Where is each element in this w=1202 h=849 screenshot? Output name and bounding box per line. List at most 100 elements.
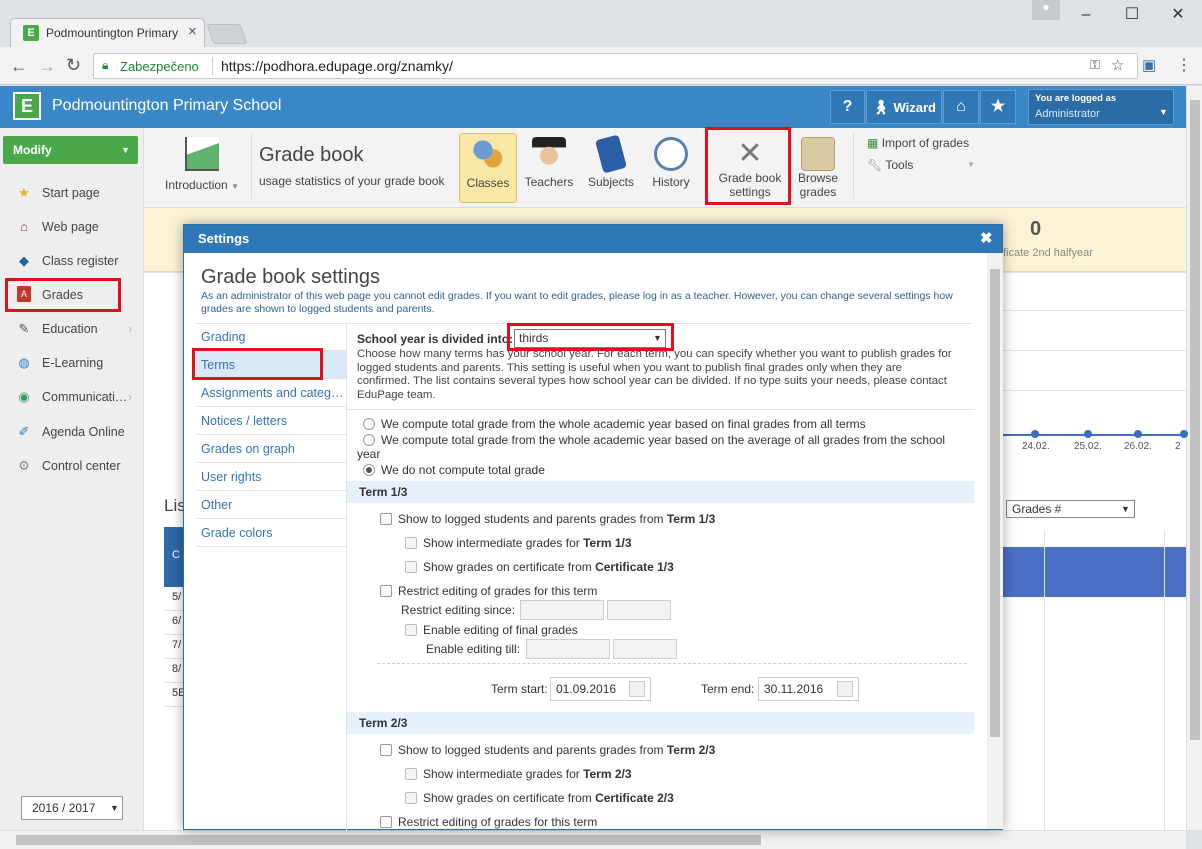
history-button[interactable]: History xyxy=(643,133,699,203)
term1-certificate-checkbox[interactable]: Show grades on certificate from Certific… xyxy=(405,560,674,574)
dialog-scroll-thumb[interactable] xyxy=(990,269,1000,737)
term-end-input[interactable]: 30.11.2016 xyxy=(758,677,859,701)
restrict-since-date-input[interactable] xyxy=(520,600,604,620)
term1-show-checkbox[interactable]: Show to logged students and parents grad… xyxy=(380,512,715,526)
nav-assignments[interactable]: Assignments and categ… xyxy=(196,379,346,407)
bookmark-star-icon[interactable]: ☆ xyxy=(1111,56,1124,74)
sidebar-item-start-page[interactable]: ★ Start page xyxy=(0,176,143,210)
calendar-icon[interactable] xyxy=(629,681,645,697)
chevron-down-icon: ▼ xyxy=(1121,504,1130,514)
nav-label: User rights xyxy=(201,470,262,484)
grades-type-select[interactable]: Grades # ▼ xyxy=(1006,500,1135,518)
term1-restrict-checkbox[interactable]: Restrict editing of grades for this term xyxy=(380,584,597,598)
help-button[interactable]: ? xyxy=(830,90,865,124)
modify-button[interactable]: Modify ▼ xyxy=(3,136,138,164)
teachers-button[interactable]: Teachers xyxy=(521,133,577,203)
timeline-date: 25.02. xyxy=(1074,441,1102,452)
sidebar-item-agenda-online[interactable]: ✐ Agenda Online xyxy=(0,415,143,449)
page-scroll-thumb[interactable] xyxy=(1190,100,1200,740)
forward-icon[interactable]: → xyxy=(38,56,56,77)
table-row[interactable]: 7/ xyxy=(164,635,183,659)
term2-certificate-checkbox[interactable]: Show grades on certificate from Certific… xyxy=(405,791,674,805)
nav-label: Grades on graph xyxy=(201,442,295,456)
content-rule xyxy=(1003,390,1186,391)
radio-final-grades[interactable]: We compute total grade from the whole ac… xyxy=(363,417,866,431)
user-menu[interactable]: You are logged as Administrator ▼ xyxy=(1028,89,1174,125)
sidebar-item-class-register[interactable]: ◆ Class register xyxy=(0,244,143,278)
checkbox xyxy=(405,624,417,636)
page-hscroll-thumb[interactable] xyxy=(16,835,761,845)
globe-icon: ◍ xyxy=(18,355,30,370)
sidebar-item-control-center[interactable]: ⚙ Control center xyxy=(0,449,143,483)
wrench-icon: 🔧︎ xyxy=(867,158,883,172)
dialog-close-icon[interactable]: ✖ xyxy=(980,229,993,247)
enable-till-time-input[interactable] xyxy=(613,639,677,659)
radio-no-total[interactable]: We do not compute total grade xyxy=(363,463,545,477)
checkbox-label-bold: Term 1/3 xyxy=(666,512,716,526)
tools-menu[interactable]: 🔧︎ Tools ▼ xyxy=(867,158,977,172)
sidebar-item-label: Communicati… xyxy=(42,390,128,404)
cast-icon[interactable]: ▣ xyxy=(1142,56,1156,74)
enable-final-checkbox[interactable]: Enable editing of final grades xyxy=(405,623,578,637)
sidebar-item-web-page[interactable]: ⌂ Web page xyxy=(0,210,143,244)
table-row[interactable]: 5/ xyxy=(164,587,183,611)
radio-average-grades[interactable]: We compute total grade from the whole ac… xyxy=(357,433,967,461)
minimize-button[interactable]: – xyxy=(1066,0,1106,30)
table-row[interactable]: 5E xyxy=(164,683,185,707)
nav-grade-colors[interactable]: Grade colors xyxy=(196,519,346,547)
tab-close-icon[interactable]: × xyxy=(188,23,197,40)
year-select[interactable]: 2016 / 2017 ▼ xyxy=(21,796,123,820)
chevron-right-icon: › xyxy=(128,322,133,336)
address-bar[interactable]: 🔒︎ Zabezpečeno https://podhora.edupage.o… xyxy=(93,53,1138,79)
window-close-button[interactable]: ✕ xyxy=(1158,0,1198,30)
sidebar-item-education[interactable]: ✎ Education › xyxy=(0,312,143,346)
browse-grades-button[interactable]: Browse grades xyxy=(794,133,842,203)
browser-menu-icon[interactable]: ⋮ xyxy=(1176,55,1192,75)
table-row[interactable]: 8/ xyxy=(164,659,183,683)
back-icon[interactable]: ← xyxy=(10,56,28,77)
nav-grading[interactable]: Grading xyxy=(196,323,346,351)
calendar-icon[interactable] xyxy=(837,681,853,697)
timeline-dot xyxy=(1180,430,1188,438)
user-name: Administrator xyxy=(1035,108,1100,120)
home-button[interactable]: ⌂ xyxy=(943,90,979,124)
term2-restrict-checkbox[interactable]: Restrict editing of grades for this term xyxy=(380,815,597,829)
maximize-button[interactable]: ☐ xyxy=(1112,0,1152,30)
history-label: History xyxy=(652,175,690,189)
page-horizontal-scrollbar[interactable] xyxy=(0,830,1186,849)
nav-other[interactable]: Other xyxy=(196,491,346,519)
term2-show-checkbox[interactable]: Show to logged students and parents grad… xyxy=(380,743,715,757)
nav-notices[interactable]: Notices / letters xyxy=(196,407,346,435)
new-tab-button[interactable] xyxy=(206,24,248,44)
sidebar-item-e-learning[interactable]: ◍ E-Learning xyxy=(0,346,143,380)
modify-label: Modify xyxy=(13,143,52,157)
restrict-since-time-input[interactable] xyxy=(607,600,671,620)
chart-gridline xyxy=(1044,530,1045,830)
term-start-input[interactable]: 01.09.2016 xyxy=(550,677,651,701)
classes-button[interactable]: Classes xyxy=(459,133,517,203)
nav-grades-on-graph[interactable]: Grades on graph xyxy=(196,435,346,463)
school-name[interactable]: Podmountington Primary School xyxy=(52,97,281,115)
edupage-logo[interactable]: E xyxy=(13,92,41,120)
profile-icon[interactable]: ● xyxy=(1032,0,1060,20)
introduction-button[interactable]: Introduction ▼ xyxy=(160,133,244,203)
dialog-scrollbar[interactable] xyxy=(987,253,1003,829)
import-grades-link[interactable]: ▦ Import of grades xyxy=(867,136,969,150)
term1-intermediate-checkbox[interactable]: Show intermediate grades for Term 1/3 xyxy=(405,536,632,550)
favorites-button[interactable]: ★ xyxy=(980,90,1016,124)
nav-user-rights[interactable]: User rights xyxy=(196,463,346,491)
browser-tab[interactable]: E Podmountington Primary × xyxy=(10,18,205,48)
web-icon: ⌂ xyxy=(20,219,28,234)
sidebar-item-communication[interactable]: ◉ Communicati… › xyxy=(0,380,143,414)
checkbox-label-bold: Term 2/3 xyxy=(583,767,632,781)
wizard-button[interactable]: 🚶︎ Wizard xyxy=(866,90,942,124)
subjects-button[interactable]: Subjects xyxy=(583,133,639,203)
key-icon[interactable]: ⚿ xyxy=(1090,57,1100,73)
table-row[interactable]: 6/ xyxy=(164,611,183,635)
enable-till-date-input[interactable] xyxy=(526,639,610,659)
restrict-since-label: Restrict editing since: xyxy=(401,603,516,617)
term2-intermediate-checkbox[interactable]: Show intermediate grades for Term 2/3 xyxy=(405,767,632,781)
page-vertical-scrollbar[interactable] xyxy=(1186,86,1202,830)
year-value: 2016 / 2017 xyxy=(32,801,96,815)
reload-icon[interactable]: ↻ xyxy=(66,55,81,76)
